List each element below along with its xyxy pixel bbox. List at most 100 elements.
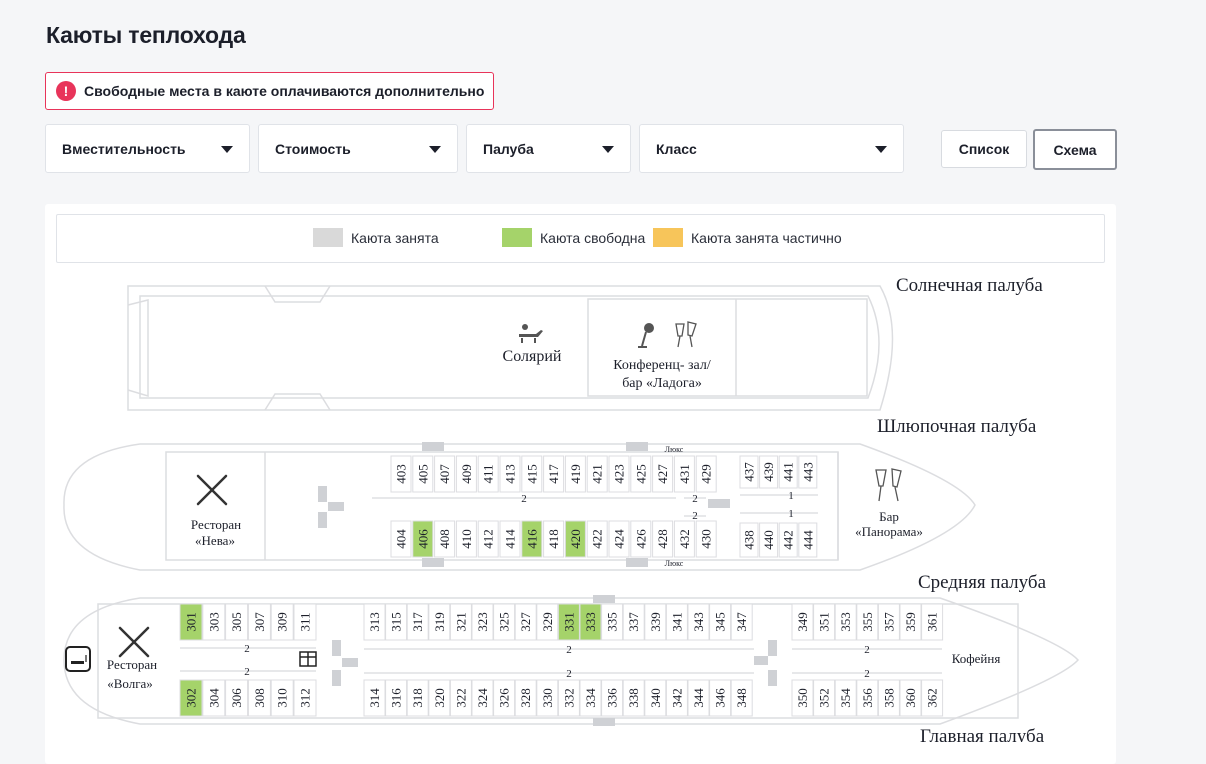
cabin-328[interactable]: 328 bbox=[514, 679, 537, 717]
cabin-314[interactable]: 314 bbox=[363, 679, 386, 717]
cabin-444[interactable]: 444 bbox=[798, 522, 818, 558]
cabin-423[interactable]: 423 bbox=[608, 455, 630, 493]
cabin-352[interactable]: 352 bbox=[813, 679, 836, 717]
cabin-410[interactable]: 410 bbox=[455, 520, 477, 558]
cabin-344[interactable]: 344 bbox=[687, 679, 710, 717]
cabin-403[interactable]: 403 bbox=[390, 455, 412, 493]
cabin-304[interactable]: 304 bbox=[202, 679, 226, 717]
cabin-443[interactable]: 443 bbox=[798, 455, 818, 489]
cabin-347[interactable]: 347 bbox=[730, 603, 753, 641]
cabin-321[interactable]: 321 bbox=[449, 603, 472, 641]
cabin-405[interactable]: 405 bbox=[412, 455, 434, 493]
cabin-357[interactable]: 357 bbox=[877, 603, 900, 641]
cabin-334[interactable]: 334 bbox=[579, 679, 602, 717]
cabin-324[interactable]: 324 bbox=[471, 679, 494, 717]
cabin-308[interactable]: 308 bbox=[247, 679, 271, 717]
cabin-415[interactable]: 415 bbox=[521, 455, 543, 493]
cabin-335[interactable]: 335 bbox=[601, 603, 624, 641]
cabin-331[interactable]: 331 bbox=[557, 603, 580, 641]
cabin-322[interactable]: 322 bbox=[449, 679, 472, 717]
cabin-329[interactable]: 329 bbox=[536, 603, 559, 641]
cabin-412[interactable]: 412 bbox=[477, 520, 499, 558]
cabin-417[interactable]: 417 bbox=[543, 455, 565, 493]
cabin-306[interactable]: 306 bbox=[225, 679, 249, 717]
cabin-441[interactable]: 441 bbox=[778, 455, 798, 489]
cabin-422[interactable]: 422 bbox=[586, 520, 608, 558]
cabin-414[interactable]: 414 bbox=[499, 520, 521, 558]
cabin-330[interactable]: 330 bbox=[536, 679, 559, 717]
cabin-404[interactable]: 404 bbox=[390, 520, 412, 558]
cabin-303[interactable]: 303 bbox=[202, 603, 226, 641]
cabin-343[interactable]: 343 bbox=[687, 603, 710, 641]
cabin-360[interactable]: 360 bbox=[899, 679, 922, 717]
cabin-420[interactable]: 420 bbox=[564, 520, 586, 558]
cabin-406[interactable]: 406 bbox=[412, 520, 434, 558]
cabin-430[interactable]: 430 bbox=[695, 520, 717, 558]
cabin-362[interactable]: 362 bbox=[921, 679, 944, 717]
cabin-305[interactable]: 305 bbox=[225, 603, 249, 641]
cabin-361[interactable]: 361 bbox=[921, 603, 944, 641]
cabin-312[interactable]: 312 bbox=[293, 679, 317, 717]
cabin-411[interactable]: 411 bbox=[477, 455, 499, 493]
cabin-350[interactable]: 350 bbox=[791, 679, 814, 717]
cabin-309[interactable]: 309 bbox=[270, 603, 294, 641]
cabin-316[interactable]: 316 bbox=[385, 679, 408, 717]
cabin-337[interactable]: 337 bbox=[622, 603, 645, 641]
cabin-351[interactable]: 351 bbox=[813, 603, 836, 641]
cabin-440[interactable]: 440 bbox=[759, 522, 779, 558]
cabin-438[interactable]: 438 bbox=[739, 522, 759, 558]
cabin-336[interactable]: 336 bbox=[601, 679, 624, 717]
cabin-425[interactable]: 425 bbox=[630, 455, 652, 493]
cabin-342[interactable]: 342 bbox=[665, 679, 688, 717]
cabin-340[interactable]: 340 bbox=[644, 679, 667, 717]
cabin-442[interactable]: 442 bbox=[778, 522, 798, 558]
cabin-313[interactable]: 313 bbox=[363, 603, 386, 641]
cabin-409[interactable]: 409 bbox=[455, 455, 477, 493]
cabin-358[interactable]: 358 bbox=[877, 679, 900, 717]
cabin-426[interactable]: 426 bbox=[630, 520, 652, 558]
cabin-359[interactable]: 359 bbox=[899, 603, 922, 641]
cabin-429[interactable]: 429 bbox=[695, 455, 717, 493]
cabin-346[interactable]: 346 bbox=[709, 679, 732, 717]
cabin-437[interactable]: 437 bbox=[739, 455, 759, 489]
cabin-325[interactable]: 325 bbox=[493, 603, 516, 641]
cabin-332[interactable]: 332 bbox=[557, 679, 580, 717]
cabin-315[interactable]: 315 bbox=[385, 603, 408, 641]
cabin-432[interactable]: 432 bbox=[673, 520, 695, 558]
cabin-419[interactable]: 419 bbox=[564, 455, 586, 493]
cabin-407[interactable]: 407 bbox=[434, 455, 456, 493]
cabin-318[interactable]: 318 bbox=[406, 679, 429, 717]
cabin-439[interactable]: 439 bbox=[759, 455, 779, 489]
cabin-356[interactable]: 356 bbox=[856, 679, 879, 717]
cabin-317[interactable]: 317 bbox=[406, 603, 429, 641]
cabin-418[interactable]: 418 bbox=[543, 520, 565, 558]
cabin-431[interactable]: 431 bbox=[673, 455, 695, 493]
cabin-345[interactable]: 345 bbox=[709, 603, 732, 641]
cabin-424[interactable]: 424 bbox=[608, 520, 630, 558]
cabin-353[interactable]: 353 bbox=[834, 603, 857, 641]
cabin-408[interactable]: 408 bbox=[434, 520, 456, 558]
cabin-354[interactable]: 354 bbox=[834, 679, 857, 717]
cabin-311[interactable]: 311 bbox=[293, 603, 317, 641]
cabin-413[interactable]: 413 bbox=[499, 455, 521, 493]
cabin-427[interactable]: 427 bbox=[652, 455, 674, 493]
cabin-307[interactable]: 307 bbox=[247, 603, 271, 641]
cabin-326[interactable]: 326 bbox=[493, 679, 516, 717]
cabin-339[interactable]: 339 bbox=[644, 603, 667, 641]
cabin-323[interactable]: 323 bbox=[471, 603, 494, 641]
cabin-421[interactable]: 421 bbox=[586, 455, 608, 493]
cabin-341[interactable]: 341 bbox=[665, 603, 688, 641]
cabin-320[interactable]: 320 bbox=[428, 679, 451, 717]
cabin-319[interactable]: 319 bbox=[428, 603, 451, 641]
cabin-301[interactable]: 301 bbox=[179, 603, 203, 641]
cabin-327[interactable]: 327 bbox=[514, 603, 537, 641]
cabin-338[interactable]: 338 bbox=[622, 679, 645, 717]
cabin-333[interactable]: 333 bbox=[579, 603, 602, 641]
cabin-349[interactable]: 349 bbox=[791, 603, 814, 641]
cabin-302[interactable]: 302 bbox=[179, 679, 203, 717]
cabin-428[interactable]: 428 bbox=[652, 520, 674, 558]
cabin-348[interactable]: 348 bbox=[730, 679, 753, 717]
cabin-355[interactable]: 355 bbox=[856, 603, 879, 641]
cabin-416[interactable]: 416 bbox=[521, 520, 543, 558]
cabin-310[interactable]: 310 bbox=[270, 679, 294, 717]
